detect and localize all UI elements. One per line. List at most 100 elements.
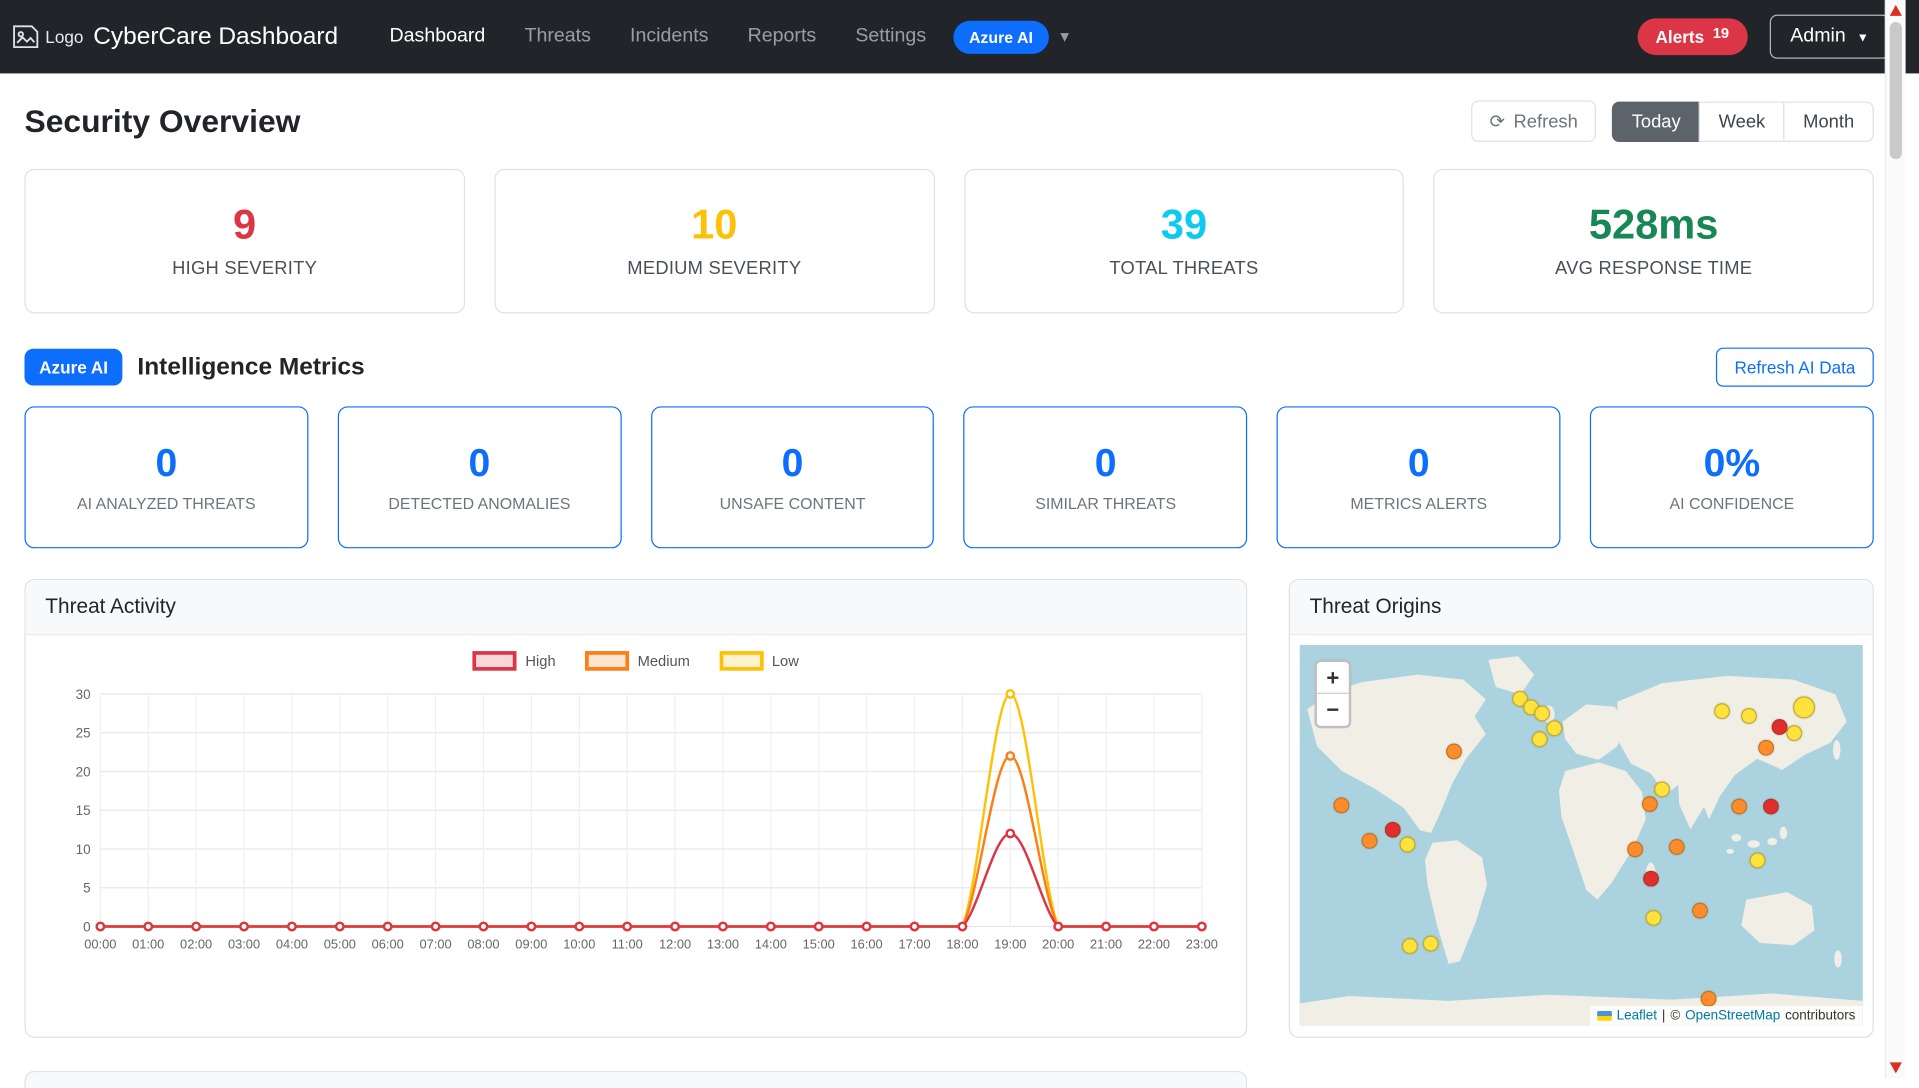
openstreetmap-link[interactable]: OpenStreetMap <box>1685 1008 1780 1023</box>
legend-item-high[interactable]: High <box>472 651 556 671</box>
threat-origins-title: Threat Origins <box>1309 594 1442 619</box>
threat-marker-orange[interactable] <box>1701 990 1718 1007</box>
nav-links: Dashboard Threats Incidents Reports Settings <box>370 16 946 58</box>
legend-item-low[interactable]: Low <box>719 651 799 671</box>
nav-item-settings[interactable]: Settings <box>836 16 946 58</box>
azure-ai-nav-badge[interactable]: Azure AI <box>953 20 1049 54</box>
threat-marker-yellow[interactable] <box>1653 781 1670 798</box>
threat-marker-orange[interactable] <box>1730 798 1747 815</box>
threat-marker-yellow[interactable] <box>1793 696 1816 719</box>
refresh-label: Refresh <box>1513 110 1578 132</box>
threat-marker-yellow[interactable] <box>1749 852 1766 868</box>
alerts-button[interactable]: Alerts 19 <box>1637 18 1748 56</box>
legend-item-medium[interactable]: Medium <box>585 651 690 671</box>
map-zoom-control: + − <box>1314 659 1352 729</box>
svg-text:0: 0 <box>83 919 90 934</box>
threat-origins-map[interactable]: + − Leaflet | © OpenStreetMap contributo… <box>1299 644 1863 1026</box>
navbar-brand[interactable]: CyberCare Dashboard <box>93 23 338 51</box>
brand-wrap: Logo CyberCare Dashboard <box>12 23 338 51</box>
svg-text:13:00: 13:00 <box>707 937 739 952</box>
svg-text:21:00: 21:00 <box>1090 937 1122 952</box>
svg-text:15: 15 <box>76 803 91 818</box>
top-navbar: Logo CyberCare Dashboard Dashboard Threat… <box>0 0 1919 74</box>
threat-marker-yellow[interactable] <box>1740 707 1757 724</box>
threat-marker-yellow[interactable] <box>1786 724 1803 741</box>
map-zoom-out-button[interactable]: − <box>1316 693 1349 726</box>
svg-text:02:00: 02:00 <box>180 937 212 952</box>
range-month-button[interactable]: Month <box>1783 100 1874 142</box>
scrollbar-down-arrow[interactable] <box>1889 1062 1902 1074</box>
svg-text:17:00: 17:00 <box>898 937 930 952</box>
threat-marker-orange[interactable] <box>1641 796 1658 813</box>
nav-item-dashboard[interactable]: Dashboard <box>370 16 505 58</box>
threat-marker-orange[interactable] <box>1626 841 1643 857</box>
svg-text:25: 25 <box>76 726 91 741</box>
ai-section-title: Intelligence Metrics <box>137 353 365 381</box>
svg-text:15:00: 15:00 <box>803 937 835 952</box>
threat-marker-orange[interactable] <box>1692 902 1709 919</box>
svg-text:20:00: 20:00 <box>1042 937 1074 952</box>
charts-row: Threat Activity High Medium Low 0 5 10 15 20 25… <box>24 578 1874 1038</box>
threat-marker-red[interactable] <box>1771 718 1788 735</box>
legend-label: High <box>525 652 556 670</box>
leaflet-link[interactable]: Leaflet <box>1617 1008 1657 1023</box>
refresh-ai-data-button[interactable]: Refresh AI Data <box>1716 347 1874 387</box>
threat-marker-yellow[interactable] <box>1533 705 1550 722</box>
header-controls: ⟳ Refresh Today Week Month <box>1471 100 1874 142</box>
ai-card-detected-anomalies: 0 DETECTED ANOMALIES <box>337 406 622 549</box>
nav-item-reports[interactable]: Reports <box>728 16 836 58</box>
refresh-button[interactable]: ⟳ Refresh <box>1471 100 1597 142</box>
svg-text:19:00: 19:00 <box>994 937 1026 952</box>
ai-metrics-row: 0 AI ANALYZED THREATS 0 DETECTED ANOMALIES 0… <box>24 406 1874 549</box>
threat-marker-yellow[interactable] <box>1645 910 1662 927</box>
threat-marker-orange[interactable] <box>1757 739 1774 756</box>
app-root: Logo CyberCare Dashboard Dashboard Threat… <box>0 0 1919 1088</box>
navbar-right: Alerts 19 Admin ▼ <box>1637 14 1890 59</box>
stat-card-high-severity: 9 HIGH SEVERITY <box>24 168 465 314</box>
svg-text:07:00: 07:00 <box>420 937 452 952</box>
threat-marker-orange[interactable] <box>1669 838 1685 855</box>
threat-marker-orange[interactable] <box>1445 743 1462 760</box>
svg-text:5: 5 <box>83 881 90 896</box>
ai-card-unsafe-content: 0 UNSAFE CONTENT <box>650 406 935 549</box>
threat-marker-yellow[interactable] <box>1422 936 1439 953</box>
stat-label: AVG RESPONSE TIME <box>1554 258 1753 280</box>
page-scrollbar[interactable] <box>1884 0 1906 1079</box>
svg-text:22:00: 22:00 <box>1138 937 1170 952</box>
threat-activity-header: Threat Activity <box>25 580 1246 636</box>
world-map-graphic <box>1299 656 1863 1026</box>
threat-marker-yellow[interactable] <box>1402 938 1419 955</box>
svg-text:01:00: 01:00 <box>132 937 164 952</box>
stat-value: 39 <box>1160 201 1208 249</box>
ai-metric-value: 0 <box>155 440 178 485</box>
threat-marker-red[interactable] <box>1642 870 1659 887</box>
ai-metric-value: 0 <box>781 440 804 485</box>
svg-text:18:00: 18:00 <box>946 937 978 952</box>
range-today-button[interactable]: Today <box>1612 100 1701 142</box>
scrollbar-thumb[interactable] <box>1889 22 1902 160</box>
attribution-separator: | <box>1661 1008 1666 1024</box>
threat-marker-orange[interactable] <box>1332 797 1349 814</box>
svg-text:16:00: 16:00 <box>851 937 883 952</box>
nav-item-threats[interactable]: Threats <box>505 16 611 58</box>
threat-marker-red[interactable] <box>1763 798 1779 815</box>
admin-menu-button[interactable]: Admin ▼ <box>1769 14 1890 59</box>
threat-marker-yellow[interactable] <box>1399 836 1416 853</box>
stat-value: 9 <box>233 201 257 249</box>
chevron-down-icon[interactable]: ▼ <box>1057 28 1072 45</box>
range-week-button[interactable]: Week <box>1699 100 1785 142</box>
threat-marker-red[interactable] <box>1384 821 1401 838</box>
stat-card-avg-response-time: 528ms AVG RESPONSE TIME <box>1433 168 1874 314</box>
nav-item-incidents[interactable]: Incidents <box>610 16 728 58</box>
scrollbar-up-arrow[interactable] <box>1889 4 1902 16</box>
page-header: Security Overview ⟳ Refresh Today Week Mon… <box>24 100 1874 142</box>
threat-marker-yellow[interactable] <box>1531 731 1548 747</box>
threat-marker-yellow[interactable] <box>1546 720 1563 737</box>
threat-origins-body: + − Leaflet | © OpenStreetMap contributo… <box>1290 635 1873 1035</box>
svg-text:08:00: 08:00 <box>467 937 499 952</box>
azure-ai-section-badge: Azure AI <box>24 348 123 386</box>
threat-marker-orange[interactable] <box>1361 833 1377 850</box>
threat-marker-yellow[interactable] <box>1713 703 1730 720</box>
map-zoom-in-button[interactable]: + <box>1316 662 1349 694</box>
legend-label: Medium <box>637 652 690 670</box>
